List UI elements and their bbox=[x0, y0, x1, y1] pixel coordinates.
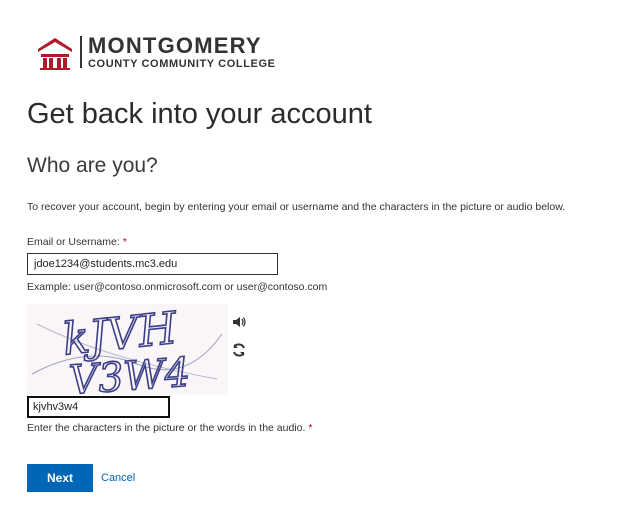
captcha-line2: V3W4 bbox=[68, 350, 192, 395]
email-example-text: Example: user@contoso.onmicrosoft.com or… bbox=[27, 281, 328, 293]
college-logo: MONTGOMERY COUNTY COMMUNITY COLLEGE bbox=[36, 34, 296, 74]
required-marker: * bbox=[122, 236, 127, 248]
captcha-image-graphic: kJVH V3W4 bbox=[27, 304, 228, 395]
logo-name-line2: COUNTY COMMUNITY COLLEGE bbox=[88, 58, 276, 70]
speaker-icon[interactable] bbox=[231, 314, 247, 330]
cancel-link[interactable]: Cancel bbox=[101, 472, 135, 484]
email-field[interactable] bbox=[27, 253, 278, 275]
required-marker: * bbox=[308, 422, 313, 434]
captcha-image: kJVH V3W4 bbox=[27, 304, 228, 395]
logo-name-line1: MONTGOMERY bbox=[88, 33, 262, 58]
email-field-label: Email or Username: * bbox=[27, 236, 127, 248]
refresh-icon[interactable] bbox=[231, 342, 247, 358]
college-building-icon bbox=[38, 38, 72, 70]
page-subtitle: Who are you? bbox=[27, 154, 158, 177]
captcha-help-text: Enter the characters in the picture or t… bbox=[27, 422, 312, 434]
instructions-text: To recover your account, begin by enteri… bbox=[27, 201, 566, 213]
next-button[interactable]: Next bbox=[27, 464, 93, 492]
logo-divider bbox=[80, 36, 82, 68]
page-title: Get back into your account bbox=[27, 98, 372, 130]
captcha-input[interactable] bbox=[27, 396, 170, 418]
email-label-text: Email or Username: bbox=[27, 236, 120, 248]
captcha-help-label: Enter the characters in the picture or t… bbox=[27, 422, 306, 434]
